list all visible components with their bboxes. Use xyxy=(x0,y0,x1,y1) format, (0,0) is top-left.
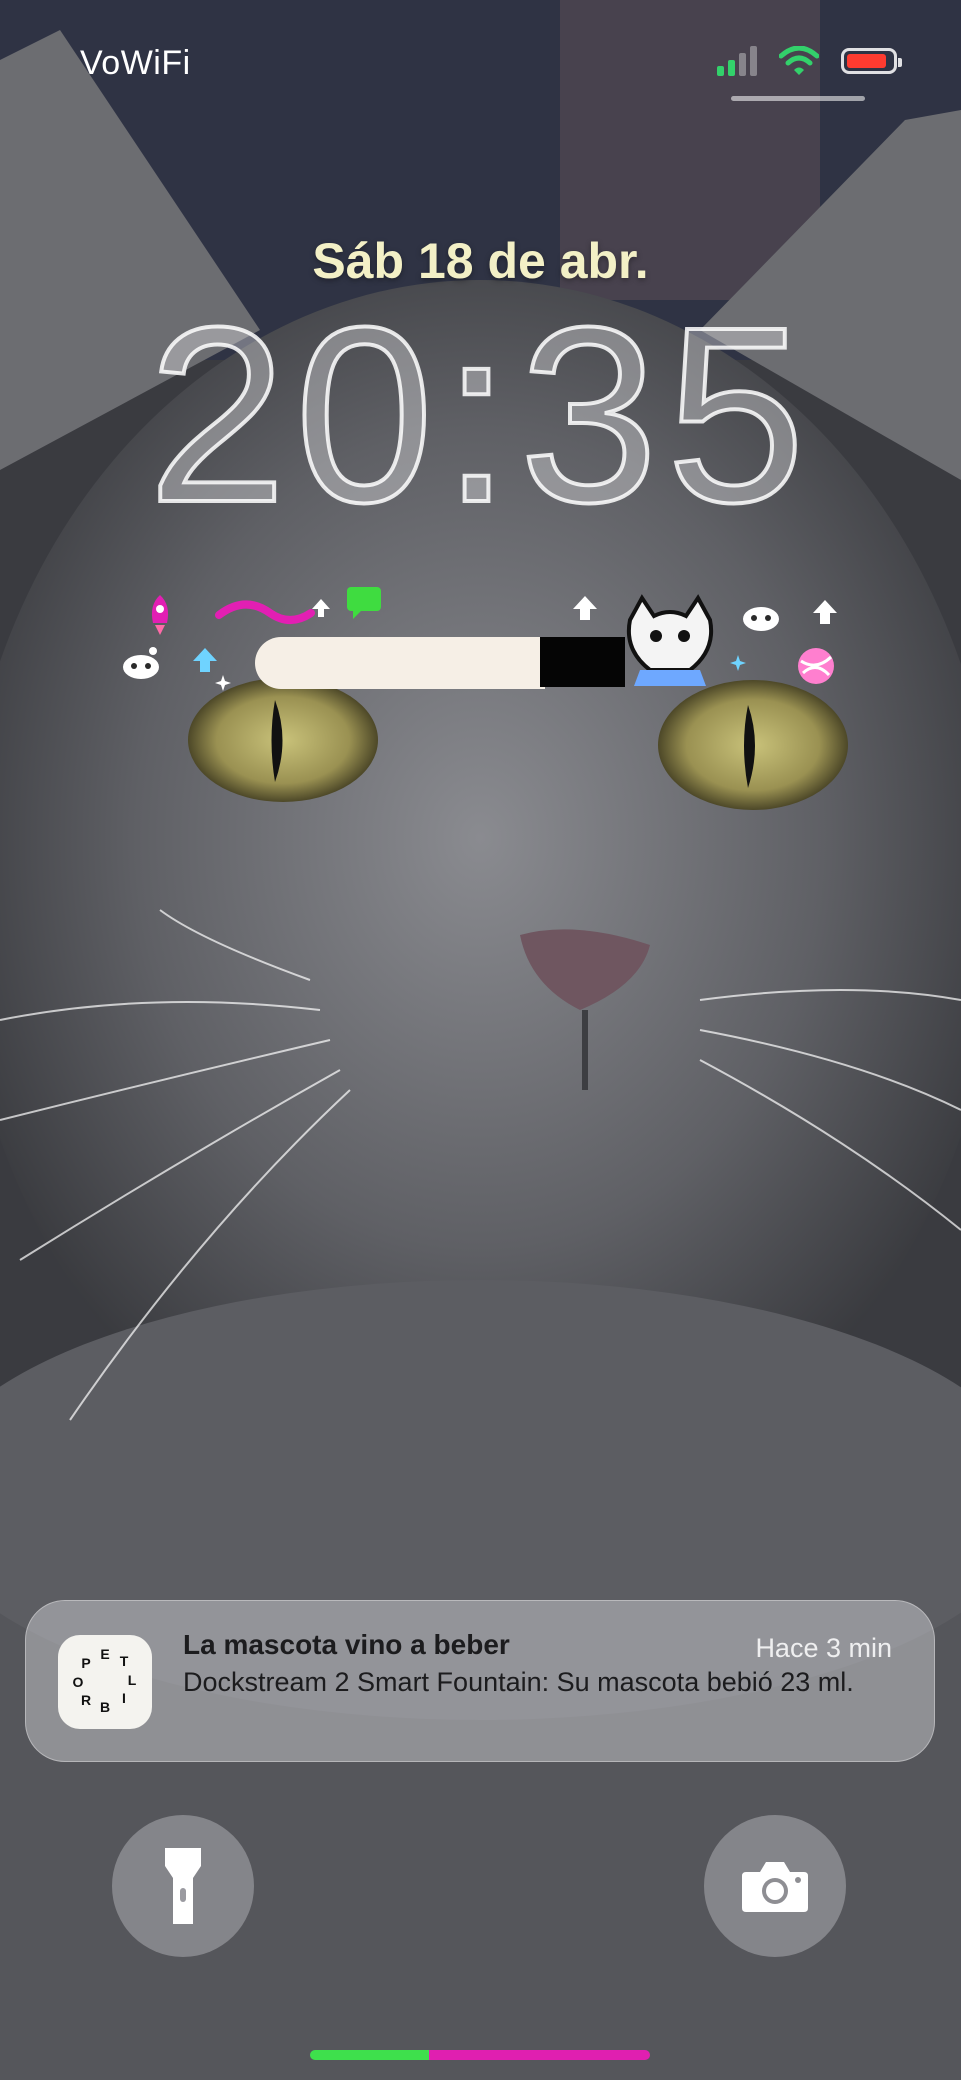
battery-icon xyxy=(841,48,902,74)
flashlight-icon xyxy=(165,1848,201,1924)
sparkle-icon xyxy=(730,655,746,671)
arrow-up-icon xyxy=(193,648,217,672)
widget-block-right xyxy=(540,637,625,687)
svg-text:R: R xyxy=(81,1692,91,1708)
yarn-ball-icon xyxy=(798,648,834,684)
wifi-icon xyxy=(779,46,819,75)
svg-text:E: E xyxy=(100,1646,109,1662)
rocket-icon xyxy=(151,595,169,635)
notification-card[interactable]: E T L I B R O P La mascota vino a beber … xyxy=(25,1600,935,1762)
svg-text:B: B xyxy=(100,1699,110,1715)
svg-text:O: O xyxy=(73,1674,84,1690)
svg-text:L: L xyxy=(128,1672,137,1688)
home-indicator[interactable] xyxy=(310,2050,650,2060)
widget-block-left xyxy=(255,637,545,689)
arrow-up-icon xyxy=(312,599,330,617)
petlibro-app-icon: E T L I B R O P xyxy=(58,1635,152,1729)
cellular-signal-icon xyxy=(717,46,757,76)
lock-screen-time: 20:35 xyxy=(146,275,814,554)
svg-text:I: I xyxy=(122,1690,126,1706)
svg-text:P: P xyxy=(81,1655,90,1671)
reddit-alien-icon xyxy=(743,607,779,631)
status-bar: VoWiFi xyxy=(0,0,961,130)
status-icons xyxy=(717,46,902,76)
flashlight-button[interactable] xyxy=(112,1815,254,1957)
swoosh-decoration xyxy=(215,600,315,624)
svg-text:T: T xyxy=(120,1653,129,1669)
reddit-alien-icon xyxy=(123,647,159,679)
notification-time: Hace 3 min xyxy=(755,1633,892,1663)
sparkle-icon xyxy=(215,675,231,691)
chat-bubble-icon xyxy=(347,587,381,619)
notification-title: La mascota vino a beber xyxy=(183,1629,510,1660)
control-center-indicator[interactable] xyxy=(731,96,865,101)
carrier-label: VoWiFi xyxy=(80,44,191,82)
notification-body: Dockstream 2 Smart Fountain: Su mascota … xyxy=(183,1667,854,1697)
cat-icon xyxy=(627,594,713,686)
camera-icon xyxy=(742,1862,808,1912)
lock-screen: VoWiFi Sáb 18 de abr. 20:35 E T L I B R … xyxy=(0,0,961,2080)
lock-screen-widgets[interactable] xyxy=(120,585,850,700)
arrow-up-icon xyxy=(573,596,597,620)
camera-button[interactable] xyxy=(704,1815,846,1957)
arrow-up-icon xyxy=(813,600,837,624)
